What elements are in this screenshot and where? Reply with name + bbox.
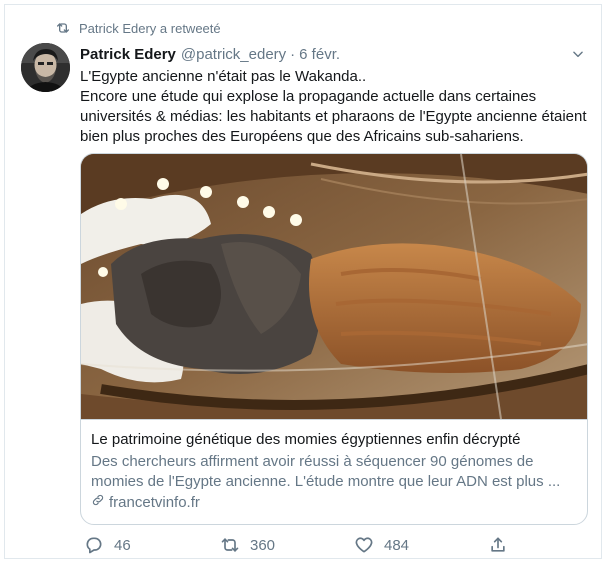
retweet-icon [220,535,240,555]
card-image[interactable] [81,154,587,419]
tweet-date[interactable]: 6 févr. [299,46,340,63]
card-title[interactable]: Le patrimoine génétique des momies égypt… [91,430,577,450]
card-domain-text: francetvinfo.fr [109,494,200,511]
retweet-banner-text[interactable]: Patrick Edery a retweeté [79,21,221,36]
avatar[interactable] [21,43,70,92]
chevron-down-icon[interactable] [569,45,587,63]
author-name[interactable]: Patrick Edery [80,46,176,63]
reply-icon [84,535,104,555]
heart-icon [354,535,374,555]
link-icon [91,493,105,513]
retweet-count: 360 [250,536,276,554]
header-separator: · [290,45,296,63]
card-description-line: momies de l'Egypte ancienne. L'étude mon… [91,473,561,490]
retweet-banner: Patrick Edery a retweeté [55,19,221,37]
reply-button[interactable]: 46 [84,535,131,555]
card-description-line: Des chercheurs affirment avoir réussi à … [91,453,534,470]
author-handle[interactable]: @patrick_edery [181,46,286,63]
tweet-text-line: L'Egypte ancienne n'était pas le Wakanda… [80,68,367,85]
tweet-text-line: bien plus proches des Européens que des … [80,128,524,145]
tweet-text: L'Egypte ancienne n'était pas le Wakanda… [80,67,592,147]
card-body[interactable]: Le patrimoine génétique des momies égypt… [81,419,587,513]
share-icon [488,535,508,555]
share-button[interactable] [488,535,508,555]
card-domain[interactable]: francetvinfo.fr [91,493,577,513]
like-count: 484 [384,536,410,554]
like-button[interactable]: 484 [354,535,409,555]
tweet-text-line: universités & médias: les habitants et p… [80,108,587,125]
reply-count: 46 [114,536,131,554]
tweet-text-line: Encore une étude qui explose la propagan… [80,88,537,105]
retweet-icon [55,20,71,36]
card-description: Des chercheurs affirment avoir réussi à … [91,452,577,492]
tweet-container[interactable]: Patrick Edery a retweeté Patrick Edery @… [4,4,602,559]
link-card[interactable]: Le patrimoine génétique des momies égypt… [80,153,588,525]
retweet-button[interactable]: 360 [220,535,275,555]
tweet-header: Patrick Edery @patrick_edery · 6 févr. [80,43,587,65]
tweet-actions: 46 360 484 [80,533,520,557]
